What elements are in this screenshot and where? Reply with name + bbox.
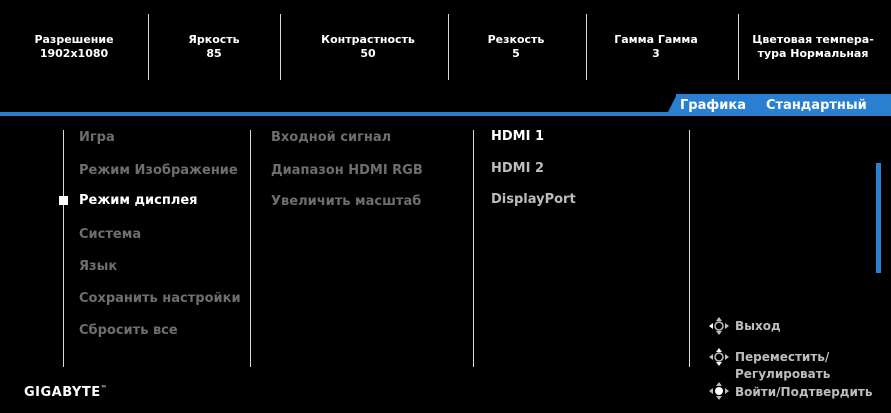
joystick-press-icon (709, 382, 729, 400)
info-color-temp: Цветовая темпера- тура Нормальная (740, 14, 886, 80)
column-divider (473, 130, 474, 367)
menu-item-system[interactable]: Система (79, 227, 141, 242)
scroll-indicator (876, 163, 881, 273)
info-sharpness: Резкость 5 (450, 14, 582, 80)
info-label: Гамма Гамма (614, 33, 698, 46)
info-label: Разрешение (34, 33, 114, 46)
divider (738, 14, 739, 80)
menu-item-save-settings[interactable]: Сохранить настройки (79, 291, 241, 306)
info-contrast: Контрастность 50 (282, 14, 454, 80)
option-hdmi2[interactable]: HDMI 2 (491, 161, 544, 176)
mode-tab-graphics: Графика (680, 97, 746, 113)
column-divider (63, 130, 64, 367)
menu-item-game[interactable]: Игра (79, 130, 115, 145)
column-divider (689, 130, 690, 367)
tab-corner (666, 94, 677, 116)
info-value: 3 (652, 47, 660, 60)
info-gamma: Гамма Гамма 3 (588, 14, 724, 80)
submenu-input-signal[interactable]: Входной сигнал (271, 130, 391, 145)
brand-text: GIGABYTE (24, 385, 101, 400)
info-brightness: Яркость 85 (150, 14, 278, 80)
menu-item-language[interactable]: Язык (79, 259, 117, 274)
info-resolution: Разрешение 1902x1080 (20, 14, 128, 80)
mode-indicator: Графика Стандартный (666, 94, 891, 116)
selection-marker (59, 196, 68, 205)
info-bar: Разрешение 1902x1080 Яркость 85 Контраст… (0, 0, 891, 100)
divider (148, 14, 149, 80)
info-value: 5 (512, 47, 520, 60)
info-label: Яркость (188, 33, 240, 46)
hint-exit: Выход (735, 319, 781, 333)
divider (280, 14, 281, 80)
hint-move-line1: Переместить/ (735, 350, 830, 364)
info-label: Контрастность (321, 33, 415, 46)
menu-item-picture-mode[interactable]: Режим Изображение (79, 163, 238, 178)
divider (586, 14, 587, 80)
option-hdmi1[interactable]: HDMI 1 (491, 129, 544, 144)
info-value: тура Нормальная (757, 47, 869, 60)
hint-move-line2: Регулировать (735, 367, 831, 381)
divider (448, 14, 449, 80)
option-displayport[interactable]: DisplayPort (491, 192, 576, 207)
column-divider (250, 130, 251, 367)
info-value: 50 (360, 47, 376, 60)
menu-item-display-mode[interactable]: Режим дисплея (79, 193, 198, 208)
mode-tab-standard: Стандартный (765, 97, 867, 113)
info-value: 85 (206, 47, 222, 60)
info-label: Цветовая темпера- (752, 33, 874, 46)
joystick-left-icon (709, 317, 729, 335)
joystick-updown-icon (709, 348, 729, 366)
gigabyte-logo: GIGABYTE™ (24, 385, 107, 400)
info-value: 1902x1080 (39, 47, 109, 60)
submenu-hdmi-rgb-range[interactable]: Диапазон HDMI RGB (271, 163, 423, 178)
hint-enter: Войти/Подтвердить (735, 385, 873, 399)
trademark-mark: ™ (100, 385, 108, 392)
menu-item-reset-all[interactable]: Сбросить все (79, 323, 178, 338)
info-label: Резкость (487, 33, 545, 46)
submenu-zoom[interactable]: Увеличить масштаб (271, 194, 421, 209)
